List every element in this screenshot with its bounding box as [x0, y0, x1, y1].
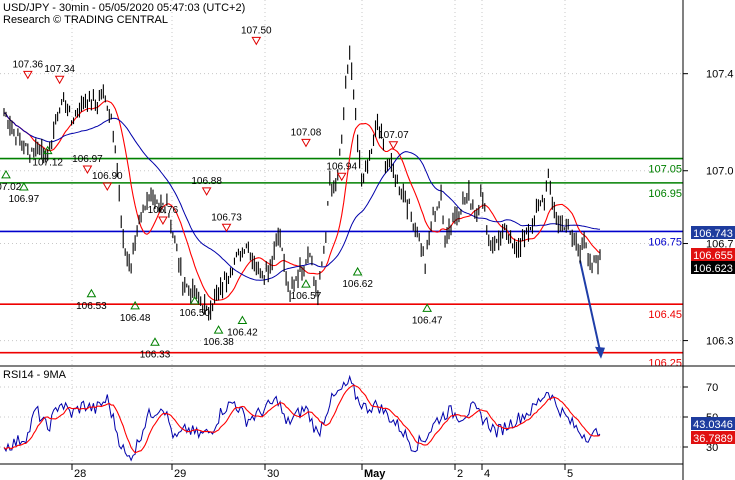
resistance-pivot-label: 106.90	[92, 171, 123, 182]
y-tick-label: 107.0	[706, 166, 734, 178]
support-pivot-label: 107.02	[0, 182, 22, 193]
rsi-box-label: 36.7889	[693, 433, 733, 445]
x-tick-label: 2	[457, 468, 463, 480]
x-tick-label: 4	[484, 468, 490, 480]
chart-root: 107.05 106.95 106.75 106.45 106.25 107.36 107…	[0, 0, 735, 480]
support-pivot-label: 106.47	[412, 315, 443, 326]
chart-header-title: USD/JPY - 30min - 05/05/2020 05:47:03 (U…	[3, 2, 245, 14]
rsi-tick-label: 70	[706, 382, 718, 394]
support-pivot-label: 106.42	[227, 327, 258, 338]
x-tick-label: 30	[267, 468, 279, 480]
support-pivot-label: 106.97	[9, 194, 40, 205]
price-box-label: 106.743	[693, 228, 733, 240]
support-pivot-label: 106.62	[342, 279, 373, 290]
price-box-label: 106.623	[693, 263, 733, 275]
y-tick-label: 107.4	[706, 69, 734, 81]
support-pivot-label: 106.33	[140, 349, 171, 360]
price-box-label: 106.655	[693, 250, 733, 262]
rsi-panel-label: RSI14 - 9MA	[3, 369, 67, 381]
x-tick-label: 5	[567, 468, 573, 480]
x-tick-label: 28	[74, 468, 86, 480]
level-label: 106.75	[648, 236, 682, 248]
resistance-pivot-label: 107.50	[241, 25, 272, 36]
resistance-pivot-label: 107.07	[378, 130, 409, 141]
x-tick-label: May	[364, 468, 386, 480]
y-tick-label: 106.3	[706, 336, 734, 348]
resistance-pivot-label: 106.97	[72, 154, 103, 165]
resistance-pivot-label: 106.73	[211, 212, 242, 223]
resistance-pivot-label: 107.08	[291, 127, 322, 138]
usdjpy-chart: 107.05106.95106.75106.45106.25 107.36 107…	[0, 0, 735, 480]
level-label: 106.25	[648, 358, 682, 370]
resistance-pivot-label: 107.36	[13, 59, 44, 70]
support-pivot-label: 106.53	[76, 301, 107, 312]
support-pivot-label: 107.12	[32, 158, 63, 169]
support-pivot-label: 106.38	[203, 337, 234, 348]
level-label: 107.05	[648, 164, 682, 176]
rsi-box-label: 43.0346	[693, 419, 733, 431]
resistance-pivot-label: 106.88	[191, 176, 222, 187]
level-label: 106.45	[648, 309, 682, 321]
resistance-pivot-label: 106.76	[148, 205, 179, 216]
chart-header-source: Research © TRADING CENTRAL	[3, 14, 168, 26]
support-pivot-label: 106.50	[179, 308, 210, 319]
resistance-pivot-label: 107.34	[44, 64, 75, 75]
level-label: 106.95	[648, 188, 682, 200]
resistance-pivot-label: 106.94	[326, 161, 357, 172]
support-pivot-label: 106.48	[120, 313, 151, 324]
support-pivot-label: 106.57	[291, 291, 322, 302]
x-tick-label: 29	[174, 468, 186, 480]
